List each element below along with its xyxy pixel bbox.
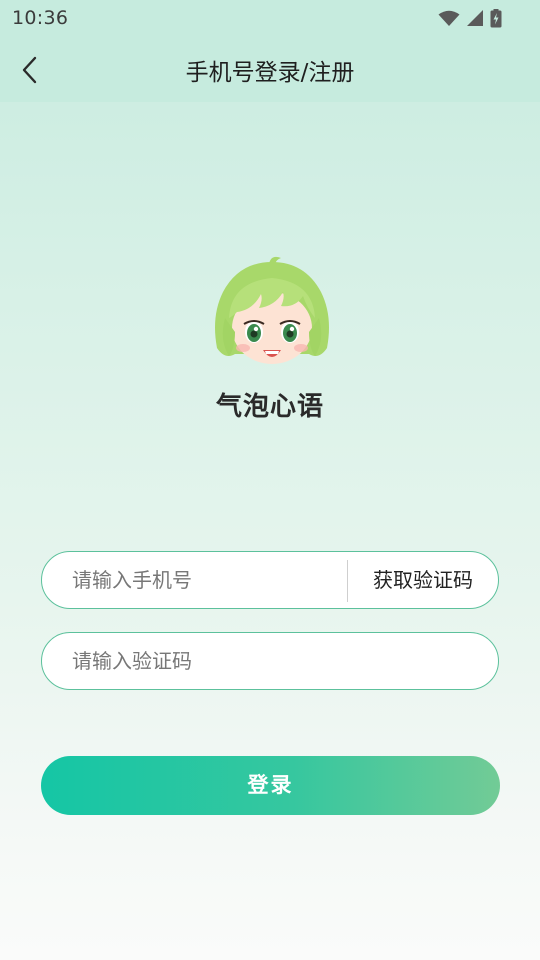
status-bar: 10:36 <box>0 0 540 36</box>
verification-code-input[interactable] <box>72 633 472 689</box>
status-time: 10:36 <box>12 7 69 29</box>
login-button[interactable]: 登录 <box>41 756 500 815</box>
battery-icon <box>490 8 502 28</box>
get-code-button[interactable]: 获取验证码 <box>348 552 498 608</box>
page-title: 手机号登录/注册 <box>185 60 355 86</box>
status-icons <box>438 8 502 28</box>
app-name: 气泡心语 <box>215 392 324 422</box>
phone-input[interactable] <box>72 552 342 608</box>
phone-field: 获取验证码 <box>41 551 499 609</box>
nav-bar: 手机号登录/注册 <box>0 36 540 102</box>
wifi-icon <box>438 10 460 27</box>
signal-icon <box>466 9 484 27</box>
code-field <box>41 632 499 690</box>
app-logo-avatar <box>209 256 335 372</box>
